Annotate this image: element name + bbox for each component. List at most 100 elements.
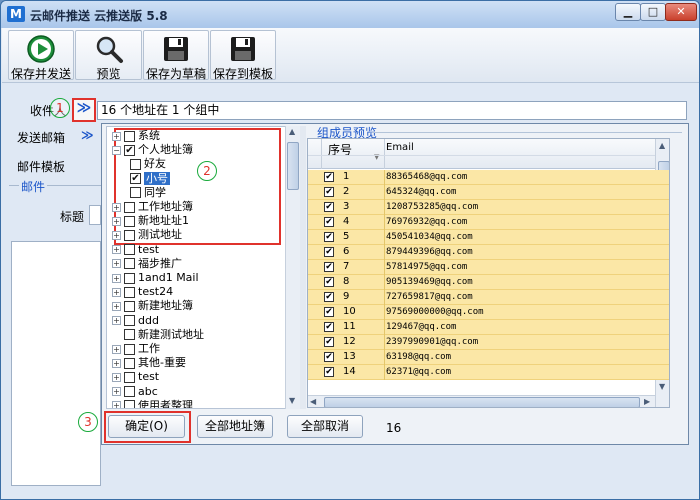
- tree-item-checkbox[interactable]: ✔: [130, 173, 141, 185]
- table-row[interactable]: ✔ 6 879449396@qq.com: [308, 245, 669, 260]
- tree-item[interactable]: + 使用者整理: [112, 399, 193, 408]
- table-row[interactable]: ✔ 8 905139469@qq.com: [308, 275, 669, 290]
- sender-expand-icon[interactable]: ≫: [81, 128, 94, 142]
- save-and-send-button[interactable]: 保存并发送: [8, 30, 74, 81]
- tree-item[interactable]: − ✔ 个人地址簿: [112, 143, 193, 157]
- row-checkbox[interactable]: ✔: [324, 262, 334, 272]
- grid-hscroll-thumb[interactable]: [324, 397, 640, 407]
- table-row[interactable]: ✔ 1 88365468@qq.com: [308, 170, 669, 185]
- tree-item[interactable]: + 工作: [112, 342, 160, 356]
- tree-item-checkbox[interactable]: [124, 258, 135, 270]
- expand-icon[interactable]: +: [112, 301, 121, 311]
- tree-item[interactable]: + test: [112, 243, 159, 257]
- tree-item-checkbox[interactable]: [124, 215, 135, 227]
- expand-icon[interactable]: +: [112, 401, 121, 408]
- tree-item-checkbox[interactable]: [124, 130, 135, 142]
- tree-item[interactable]: + test24: [112, 285, 173, 299]
- tree-item-checkbox[interactable]: [124, 357, 135, 369]
- pane-splitter[interactable]: [300, 126, 306, 409]
- tree-item[interactable]: +新建测试地址: [112, 328, 204, 342]
- row-checkbox[interactable]: ✔: [324, 277, 334, 287]
- expand-icon[interactable]: +: [112, 230, 121, 240]
- row-checkbox[interactable]: ✔: [324, 307, 334, 317]
- tree-item[interactable]: + 新地址址1: [112, 214, 189, 228]
- tree-item-checkbox[interactable]: [124, 272, 135, 284]
- expand-icon[interactable]: +: [112, 372, 121, 382]
- tree-item-checkbox[interactable]: [124, 386, 135, 398]
- all-address-books-button[interactable]: 全部地址簿: [197, 415, 273, 438]
- table-row[interactable]: ✔ 7 57814975@qq.com: [308, 260, 669, 275]
- collapse-icon[interactable]: −: [112, 145, 121, 155]
- expand-icon[interactable]: +: [112, 131, 121, 141]
- tree-item[interactable]: + 其他-重要: [112, 356, 186, 370]
- tree-item[interactable]: + 测试地址: [112, 228, 182, 242]
- tree-item[interactable]: + 新建地址簿: [112, 299, 193, 313]
- row-checkbox[interactable]: ✔: [324, 217, 334, 227]
- expand-icon[interactable]: +: [112, 216, 121, 226]
- expand-icon[interactable]: +: [112, 202, 121, 212]
- tree-item-checkbox[interactable]: [124, 315, 135, 327]
- minimize-button[interactable]: ▁: [615, 3, 641, 21]
- table-row[interactable]: ✔ 2 645324@qq.com: [308, 185, 669, 200]
- expand-icon[interactable]: +: [112, 358, 121, 368]
- expand-icon[interactable]: +: [112, 316, 121, 326]
- table-row[interactable]: ✔ 10 97569000000@qq.com: [308, 305, 669, 320]
- tree-item[interactable]: + test: [112, 370, 159, 384]
- row-checkbox[interactable]: ✔: [324, 247, 334, 257]
- tree-item[interactable]: + 系统: [112, 129, 160, 143]
- tree-item[interactable]: + abc: [112, 385, 158, 399]
- grid-scroll-right-icon[interactable]: ▶: [644, 397, 650, 406]
- maximize-button[interactable]: □: [640, 3, 666, 21]
- expand-icon[interactable]: +: [112, 259, 121, 269]
- expand-icon[interactable]: +: [112, 245, 121, 255]
- table-row[interactable]: ✔ 11 129467@qq.com: [308, 320, 669, 335]
- table-row[interactable]: ✔ 9 727659817@qq.com: [308, 290, 669, 305]
- table-row[interactable]: ✔ 13 63198@qq.com: [308, 350, 669, 365]
- subject-input[interactable]: [89, 205, 101, 225]
- grid-scroll-down-icon[interactable]: ▼: [659, 382, 665, 391]
- preview-button[interactable]: 预览: [75, 30, 142, 81]
- cancel-all-button[interactable]: 全部取消: [287, 415, 363, 438]
- tree-item-checkbox[interactable]: [124, 201, 135, 213]
- tree-item-checkbox[interactable]: [124, 229, 135, 241]
- tree-item-checkbox[interactable]: ✔: [124, 144, 135, 156]
- table-row[interactable]: ✔ 3 1208753285@qq.com: [308, 200, 669, 215]
- title-bar[interactable]: M 云邮件推送 云推送版 5.8 ▁ □ ✕: [1, 1, 699, 28]
- row-checkbox[interactable]: ✔: [324, 322, 334, 332]
- message-body-editor[interactable]: [11, 241, 101, 486]
- table-row[interactable]: ✔ 5 450541034@qq.com: [308, 230, 669, 245]
- tree-item[interactable]: + 福步推广: [112, 257, 182, 271]
- tree-item[interactable]: 同学: [130, 186, 166, 200]
- tree-item-checkbox[interactable]: [124, 300, 135, 312]
- tree-item[interactable]: ✔ 小号: [130, 171, 170, 186]
- table-row[interactable]: ✔ 4 76976932@qq.com: [308, 215, 669, 230]
- table-row[interactable]: ✔ 14 62371@qq.com: [308, 365, 669, 380]
- row-checkbox[interactable]: ✔: [324, 367, 334, 377]
- ok-button[interactable]: 确定(O): [108, 415, 185, 438]
- row-checkbox[interactable]: ✔: [324, 352, 334, 362]
- scroll-up-icon[interactable]: ▲: [289, 127, 295, 136]
- table-row[interactable]: ✔ 12 2397990901@qq.com: [308, 335, 669, 350]
- row-checkbox[interactable]: ✔: [324, 172, 334, 182]
- row-checkbox[interactable]: ✔: [324, 292, 334, 302]
- expand-icon[interactable]: +: [112, 287, 121, 297]
- tree-item-checkbox[interactable]: [124, 400, 135, 408]
- col-header-email[interactable]: Email: [386, 142, 414, 153]
- tree-item-checkbox[interactable]: [124, 329, 135, 341]
- tree-item[interactable]: 好友: [130, 157, 166, 171]
- grid-scroll-up-icon[interactable]: ▲: [659, 141, 665, 150]
- tree-item-checkbox[interactable]: [124, 343, 135, 355]
- tree-scroll-thumb[interactable]: [287, 142, 299, 190]
- expand-icon[interactable]: +: [112, 387, 121, 397]
- grid-hscrollbar[interactable]: ◀ ▶: [308, 395, 655, 407]
- tree-item-checkbox[interactable]: [124, 244, 135, 256]
- tree-item-checkbox[interactable]: [124, 286, 135, 298]
- expand-recipients-button[interactable]: ≫: [72, 98, 96, 122]
- tree-item-checkbox[interactable]: [124, 371, 135, 383]
- tree-scrollbar[interactable]: ▲ ▼: [285, 126, 300, 409]
- tree-item-checkbox[interactable]: [130, 158, 141, 170]
- expand-icon[interactable]: +: [112, 344, 121, 354]
- row-checkbox[interactable]: ✔: [324, 232, 334, 242]
- close-button[interactable]: ✕: [665, 3, 697, 21]
- recipient-input[interactable]: 16 个地址在 1 个组中: [97, 101, 687, 120]
